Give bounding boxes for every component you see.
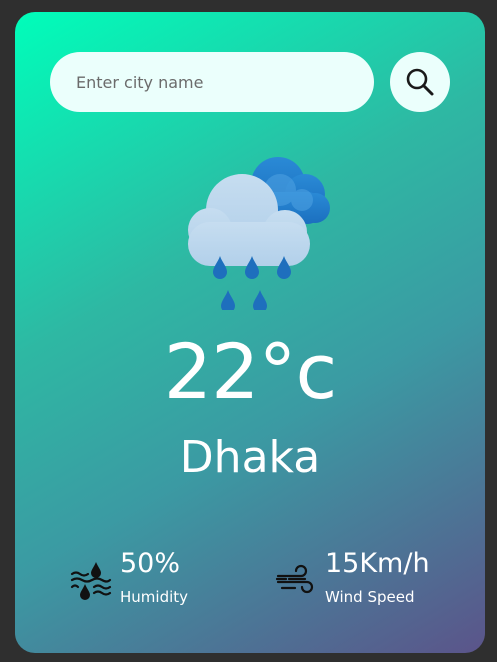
humidity-text: 50% Humidity	[120, 550, 188, 606]
wind-value: 15Km/h	[325, 548, 430, 579]
city-search-input[interactable]	[50, 52, 374, 112]
wind-label: Wind Speed	[325, 588, 415, 606]
humidity-label: Humidity	[120, 588, 189, 606]
humidity-icon	[70, 562, 112, 600]
search-button[interactable]	[390, 52, 450, 112]
wind-icon	[275, 564, 314, 594]
weather-card: 22°c Dhaka 50% Humidity	[15, 12, 485, 653]
rain-cloud-icon	[188, 157, 330, 310]
wind-detail: 15Km/h Wind Speed	[275, 550, 430, 606]
city-name: Dhaka	[179, 432, 321, 483]
humidity-detail: 50% Humidity	[70, 550, 188, 606]
temperature: 22°c	[163, 327, 338, 416]
humidity-value: 50%	[120, 548, 181, 579]
search-icon	[406, 68, 434, 96]
wind-text: 15Km/h Wind Speed	[325, 550, 430, 606]
